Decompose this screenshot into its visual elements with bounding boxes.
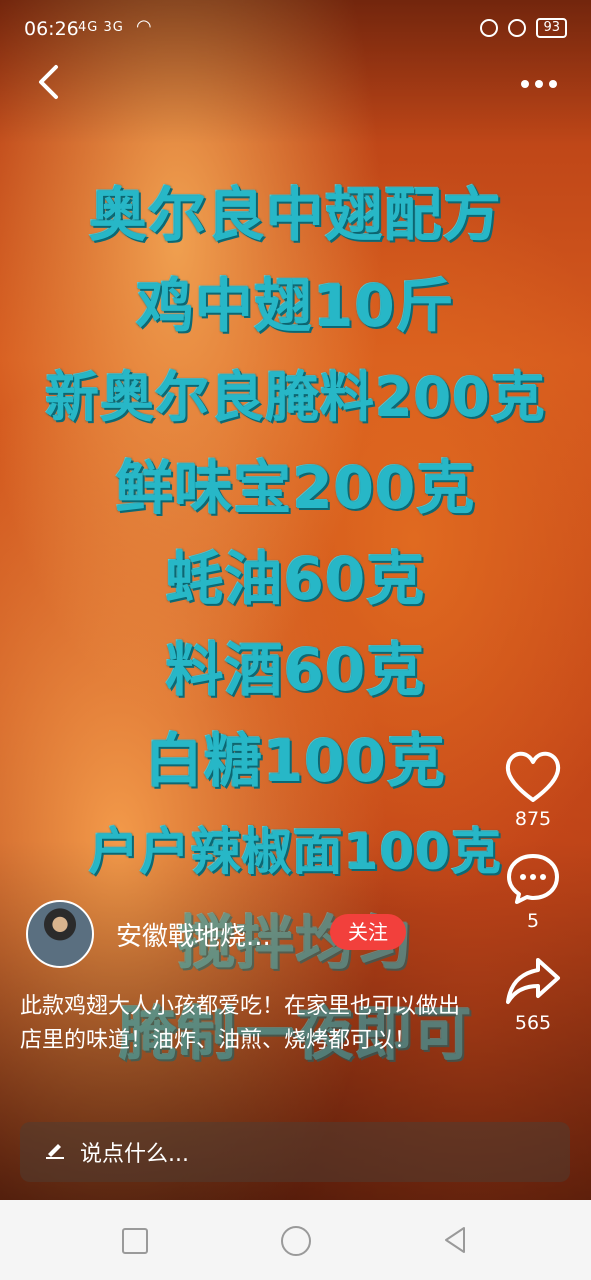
dnd-icon [480, 19, 499, 37]
recipe-line: 鸡中翅10斤 [136, 272, 455, 340]
comment-input[interactable]: 说点什么... [20, 1122, 570, 1182]
nav-recent-icon[interactable] [122, 1228, 148, 1254]
system-nav-bar [0, 1200, 591, 1280]
follow-button[interactable]: 关注 [330, 914, 406, 950]
author-name[interactable]: 安徽戰地烧... [116, 916, 271, 953]
back-icon [39, 65, 58, 99]
status-bar: 06:26 4G 3G ◠ 93 [0, 0, 591, 60]
recipe-line: 鲜味宝200克 [115, 454, 476, 522]
post-caption[interactable]: 此款鸡翅大人小孩都爱吃！在家里也可以做出店里的味道！油炸、油煎、烧烤都可以！ [20, 990, 460, 1058]
comment-placeholder: 说点什么... [80, 1142, 189, 1167]
avatar[interactable] [26, 900, 94, 968]
top-bar [0, 60, 591, 110]
recipe-line: 料酒60克 [165, 636, 426, 704]
back-button[interactable] [36, 64, 76, 104]
more-button[interactable] [517, 64, 561, 104]
author-row: 安徽戰地烧... 关注 [26, 900, 406, 968]
comment-icon [507, 854, 559, 904]
share-button[interactable]: 565 [493, 954, 573, 1034]
recipe-line: 新奥尔良腌料200克 [45, 366, 546, 429]
comment-button[interactable]: 5 [493, 852, 573, 932]
share-icon [506, 958, 560, 1004]
status-time: 06:26 [24, 18, 79, 40]
heart-icon [505, 751, 561, 802]
share-count: 565 [514, 1012, 552, 1034]
nav-home-icon[interactable] [281, 1226, 311, 1256]
action-column: 875 5 565 [493, 750, 573, 1056]
signal-icon: 4G 3G [78, 20, 124, 35]
more-icon [521, 80, 557, 88]
recipe-line: 蚝油60克 [165, 545, 426, 613]
wifi-icon: ◠ [136, 16, 152, 37]
recipe-line: 奥尔良中翅配方 [88, 181, 502, 249]
comment-count: 5 [526, 910, 540, 932]
nav-back-icon[interactable] [442, 1226, 468, 1254]
like-button[interactable]: 875 [493, 750, 573, 830]
battery-icon: 93 [536, 18, 567, 38]
like-count: 875 [514, 808, 552, 830]
lock-icon [508, 19, 527, 37]
pencil-icon [44, 1138, 66, 1166]
